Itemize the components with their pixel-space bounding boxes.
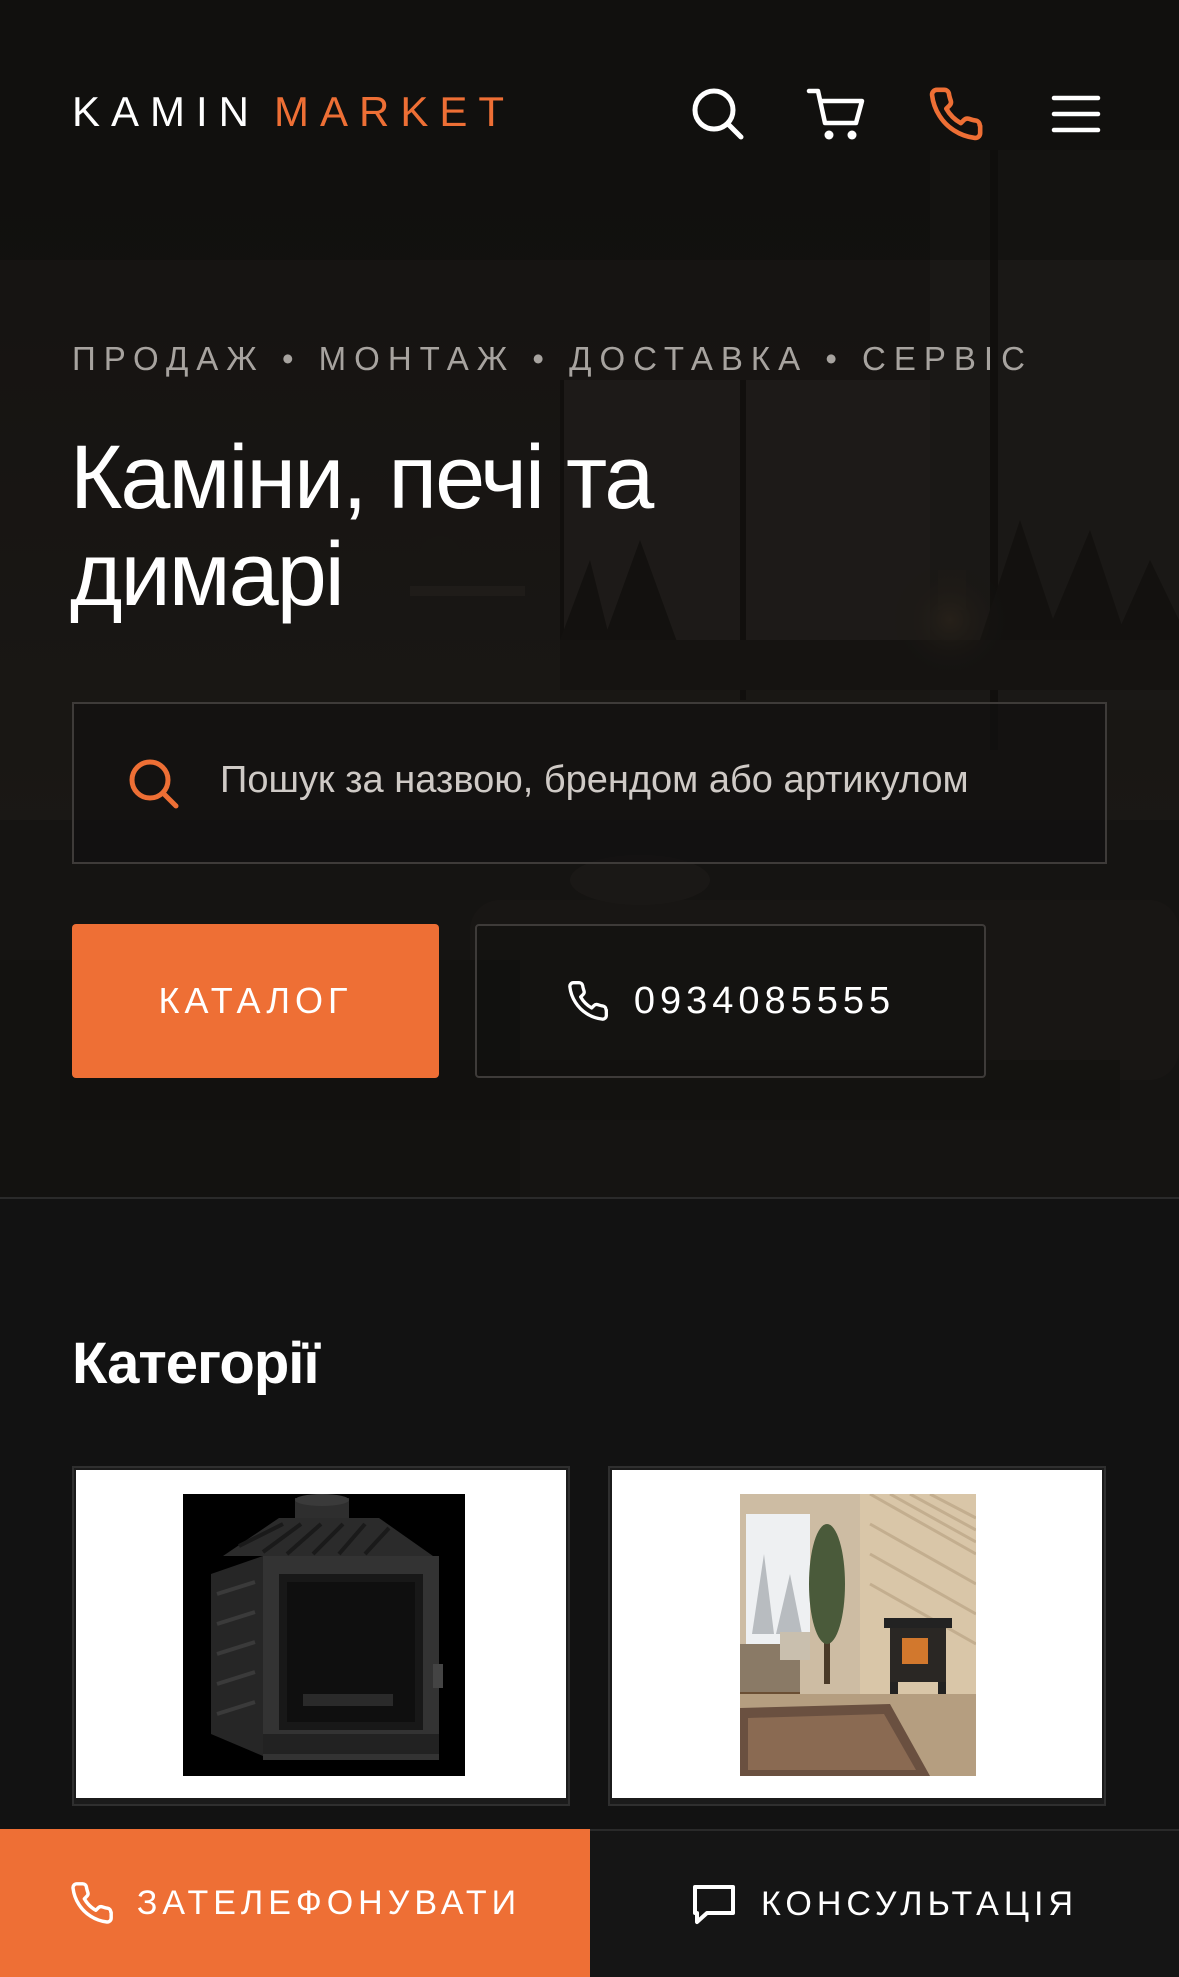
hero-section: KAMIN MARKET ПРОДАЖ • МОНТАЖ • ДОСТАВКА … — [0, 0, 1179, 1197]
phone-number-button[interactable]: 0934085555 — [475, 924, 986, 1078]
fireplace-insert-image — [183, 1494, 465, 1776]
phone-number: 0934085555 — [633, 979, 896, 1022]
hero-headline: Каміни, печі та димарі — [70, 428, 654, 625]
chat-icon — [692, 1885, 735, 1924]
category-card[interactable] — [608, 1466, 1106, 1806]
call-button[interactable]: ЗАТЕЛЕФОНУВАТИ — [0, 1829, 590, 1977]
hero-tagline: ПРОДАЖ • МОНТАЖ • ДОСТАВКА • СЕРВІС — [72, 340, 1033, 377]
catalog-button[interactable]: КАТАЛОГ — [72, 924, 439, 1078]
search-button[interactable] — [688, 84, 748, 144]
cart-button[interactable] — [806, 84, 866, 144]
bottom-action-bar: ЗАТЕЛЕФОНУВАТИ КОНСУЛЬТАЦІЯ — [0, 1829, 1179, 1977]
site-header: KAMIN MARKET — [0, 0, 1179, 230]
search-icon — [129, 759, 179, 809]
categories-title: Категорії — [72, 1331, 320, 1396]
phone-button[interactable] — [926, 84, 986, 144]
menu-icon — [1051, 95, 1101, 133]
logo[interactable]: KAMIN MARKET — [72, 88, 515, 136]
hero-divider — [0, 1197, 1179, 1199]
search-input[interactable]: Пошук за назвою, брендом або артикулом — [220, 759, 969, 802]
phone-icon — [568, 981, 608, 1021]
phone-icon — [71, 1882, 113, 1924]
logo-word-market: MARKET — [274, 88, 516, 135]
wood-stove-room-image — [740, 1494, 976, 1776]
call-button-label: ЗАТЕЛЕФОНУВАТИ — [136, 1883, 522, 1922]
search-bar[interactable]: Пошук за назвою, брендом або артикулом — [72, 702, 1107, 864]
phone-icon — [929, 87, 983, 141]
consultation-button[interactable]: КОНСУЛЬТАЦІЯ — [590, 1829, 1179, 1977]
consultation-button-label: КОНСУЛЬТАЦІЯ — [760, 1884, 1078, 1923]
category-image-frame — [612, 1470, 1102, 1798]
menu-button[interactable] — [1046, 84, 1106, 144]
category-card[interactable] — [72, 1466, 570, 1806]
cart-icon — [806, 88, 865, 140]
logo-word-kamin: KAMIN — [72, 88, 261, 135]
category-image-frame — [76, 1470, 566, 1798]
search-icon — [692, 88, 744, 140]
